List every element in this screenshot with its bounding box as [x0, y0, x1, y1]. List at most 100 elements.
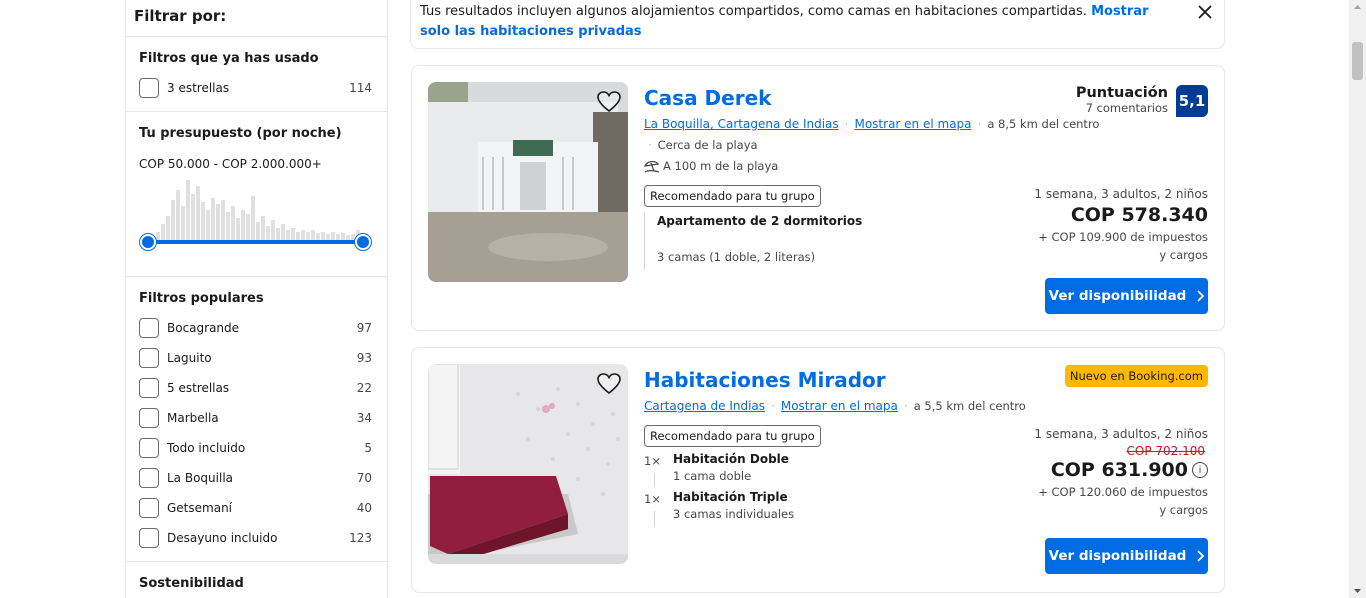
separator-dot: ·: [771, 399, 775, 413]
popular-filter-item[interactable]: Laguito 93: [139, 347, 372, 369]
checkbox[interactable]: [139, 528, 159, 548]
filter-count: 93: [356, 351, 372, 365]
divider: [654, 511, 655, 527]
used-filters-heading: Filtros que ya has usado: [139, 51, 319, 66]
location-link[interactable]: La Boquilla, Cartagena de Indias: [644, 117, 839, 131]
divider: [126, 36, 388, 37]
popular-filter-item[interactable]: Desayuno incluido 123: [139, 527, 372, 549]
property-name[interactable]: Habitaciones Mirador: [644, 368, 886, 392]
chevron-right-icon: [1197, 550, 1205, 562]
filter-count: 5: [364, 441, 372, 455]
new-on-booking-badge: Nuevo en Booking.com: [1064, 365, 1208, 387]
filter-label: Laguito: [167, 351, 212, 365]
checkbox[interactable]: [139, 348, 159, 368]
price: COP 578.340: [1034, 204, 1208, 226]
separator-dot: ·: [648, 138, 652, 152]
recommended-badge: Recomendado para tu grupo: [644, 185, 821, 207]
notice-text: Tus resultados incluyen algunos alojamie…: [420, 4, 1087, 19]
room-beds: 3 camas (1 doble, 2 literas): [657, 250, 816, 264]
budget-slider-track[interactable]: [148, 240, 363, 244]
checkbox[interactable]: [139, 408, 159, 428]
see-availability-button[interactable]: Ver disponibilidad: [1045, 278, 1208, 314]
checkbox[interactable]: [139, 378, 159, 398]
popular-filter-item[interactable]: Marbella 34: [139, 407, 372, 429]
checkbox[interactable]: [139, 468, 159, 488]
separator-dot: ·: [977, 117, 982, 131]
beach-umbrella-icon: [644, 160, 660, 173]
distance-to-center: a 8,5 km del centro: [987, 117, 1100, 131]
filter-label: Marbella: [167, 411, 219, 425]
room-beds: 3 camas individuales: [673, 507, 795, 521]
beach-distance-line: A 100 m de la playa: [644, 159, 778, 173]
budget-max-handle[interactable]: [355, 234, 371, 250]
separator-dot: ·: [903, 399, 908, 413]
property-card: Casa Derek La Boquilla, Cartagena de Ind…: [411, 65, 1225, 331]
checkbox[interactable]: [139, 318, 159, 338]
scroll-up-icon[interactable]: [1349, 0, 1366, 14]
popular-filter-item[interactable]: Bocagrande 97: [139, 317, 372, 339]
close-icon[interactable]: [1196, 3, 1214, 21]
heart-icon[interactable]: [596, 372, 622, 396]
price-value: COP 631.900: [1050, 459, 1188, 481]
review-count: 7 comentarios: [1085, 101, 1168, 115]
popular-filter-item[interactable]: Getsemaní 40: [139, 497, 372, 519]
price-value: COP 578.340: [1070, 204, 1208, 226]
info-icon[interactable]: i: [1192, 462, 1208, 478]
filter-count: 123: [349, 531, 372, 545]
divider: [126, 561, 388, 562]
location-line: Cartagena de Indias · Mostrar en el mapa…: [644, 399, 1026, 413]
filter-label: Bocagrande: [167, 321, 240, 335]
checkbox[interactable]: [139, 498, 159, 518]
filter-label: Getsemaní: [167, 501, 233, 515]
room-beds: 1 cama doble: [673, 469, 752, 483]
property-name[interactable]: Casa Derek: [644, 86, 771, 110]
filter-count: 97: [356, 321, 372, 335]
popular-filter-item[interactable]: 5 estrellas 22: [139, 377, 372, 399]
popular-filter-item[interactable]: Todo incluido 5: [139, 437, 372, 459]
checkbox[interactable]: [139, 78, 159, 98]
popular-filter-item[interactable]: La Boquilla 70: [139, 467, 372, 489]
checkbox[interactable]: [139, 438, 159, 458]
button-label: Ver disponibilidad: [1048, 288, 1187, 304]
filter-count: 70: [356, 471, 372, 485]
page-scrollbar[interactable]: [1349, 0, 1366, 598]
filter-label: La Boquilla: [167, 471, 234, 485]
separator-dot: ·: [844, 117, 849, 131]
distance-to-center: a 5,5 km del centro: [913, 399, 1026, 413]
review-score-badge: 5,1: [1176, 85, 1208, 117]
taxes-text: + COP 120.060 de impuestos y cargos: [1038, 485, 1208, 517]
heart-icon[interactable]: [596, 90, 622, 114]
popular-filters-heading: Filtros populares: [139, 291, 264, 306]
filter-count: 22: [356, 381, 372, 395]
show-on-map-link[interactable]: Mostrar en el mapa: [854, 117, 971, 131]
filter-count: 40: [356, 501, 372, 515]
filter-3-stars-used[interactable]: 3 estrellas 114: [139, 77, 372, 99]
divider: [654, 473, 655, 487]
beach-distance-text: A 100 m de la playa: [663, 159, 779, 173]
review-score-text: Puntuación 7 comentarios: [1076, 85, 1168, 115]
chevron-right-icon: [1197, 290, 1205, 302]
scrollbar-thumb[interactable]: [1352, 42, 1363, 80]
property-card: Habitaciones Mirador Cartagena de Indias…: [411, 347, 1225, 593]
budget-range-text: COP 50.000 - COP 2.000.000+: [139, 157, 322, 171]
filter-label: Desayuno incluido: [167, 531, 278, 545]
taxes-text: + COP 109.900 de impuestos y cargos: [1038, 230, 1208, 262]
room-info: Habitación Doble 1 cama doble: [659, 452, 789, 483]
budget-heading: Tu presupuesto (por noche): [139, 126, 342, 141]
score-label: Puntuación: [1075, 85, 1168, 101]
budget-min-handle[interactable]: [140, 234, 156, 250]
show-on-map-link[interactable]: Mostrar en el mapa: [781, 399, 898, 413]
near-beach-text: Cerca de la playa: [657, 138, 758, 152]
shared-accommodation-notice: Tus resultados incluyen algunos alojamie…: [410, 0, 1225, 49]
search-results-page: Filtrar por: Filtros que ya has usado 3 …: [0, 0, 1366, 598]
filter-label: 3 estrellas: [167, 81, 230, 95]
see-availability-button[interactable]: Ver disponibilidad: [1045, 538, 1208, 574]
price-block: 1 semana, 3 adultos, 2 niños COP 578.340…: [1034, 187, 1208, 264]
scroll-down-icon[interactable]: [1349, 584, 1366, 598]
stay-summary: 1 semana, 3 adultos, 2 niños: [1034, 187, 1208, 201]
location-link[interactable]: Cartagena de Indias: [644, 399, 765, 413]
button-label: Ver disponibilidad: [1048, 548, 1187, 564]
filters-sidebar: Filtrar por: Filtros que ya has usado 3 …: [125, 0, 388, 598]
price-histogram: [156, 180, 360, 240]
stay-summary: 1 semana, 3 adultos, 2 niños: [1034, 427, 1208, 441]
